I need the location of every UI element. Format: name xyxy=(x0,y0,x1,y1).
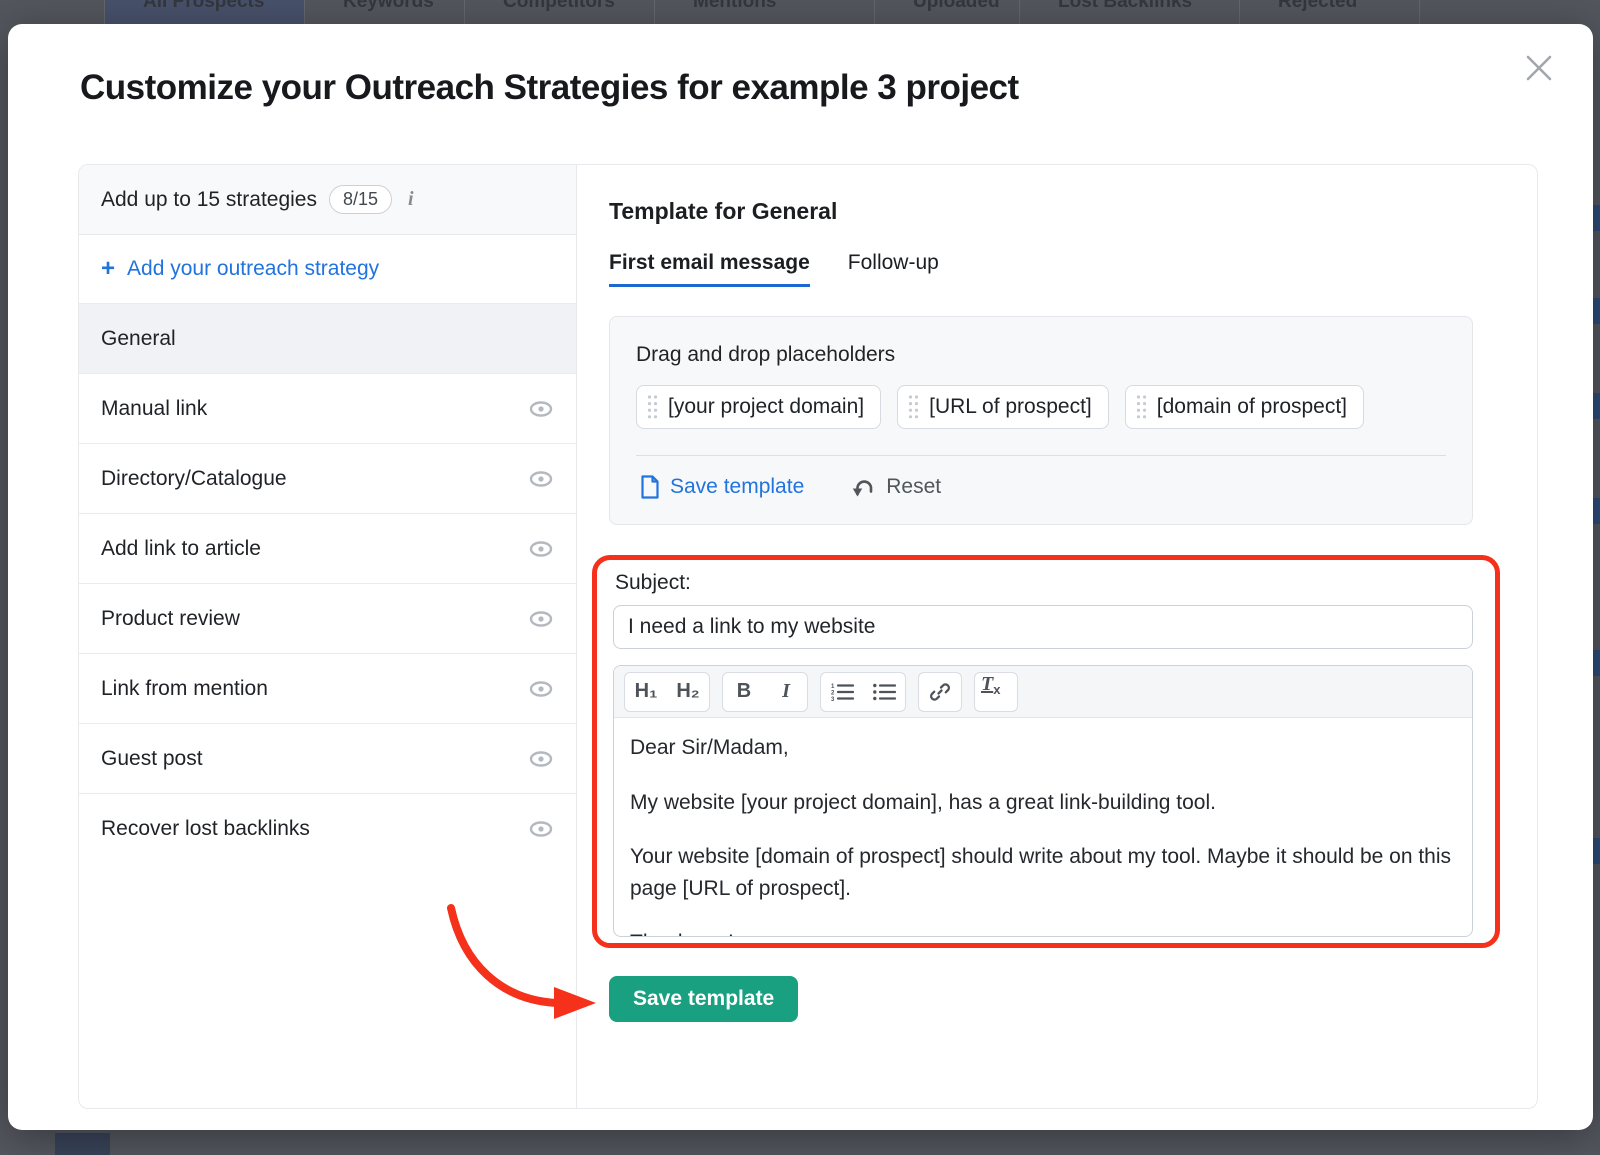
placeholder-chip-url-of-prospect[interactable]: [URL of prospect] xyxy=(897,385,1109,429)
tab-first-email-message[interactable]: First email message xyxy=(609,251,810,287)
sidebar-item-link-from-mention[interactable]: Link from mention xyxy=(79,653,576,723)
sidebar-item-add-link-to-article[interactable]: Add link to article xyxy=(79,513,576,583)
sidebar-item-manual-link[interactable]: Manual link xyxy=(79,373,576,443)
modal-title: Customize your Outreach Strategies for e… xyxy=(8,24,1593,108)
annotation-highlight-box: Subject: H₁ H₂ B I xyxy=(592,555,1500,948)
template-tabs: First email message Follow-up xyxy=(609,251,1537,287)
tab-follow-up[interactable]: Follow-up xyxy=(848,251,939,287)
reset-undo-icon xyxy=(850,475,876,499)
eye-icon[interactable] xyxy=(528,819,554,839)
subject-label: Subject: xyxy=(615,571,1481,595)
placeholders-label: Drag and drop placeholders xyxy=(636,343,1446,367)
editor-toolbar: H₁ H₂ B I 123 xyxy=(614,666,1472,718)
heading2-button[interactable]: H₂ xyxy=(667,673,709,711)
unordered-list-button[interactable] xyxy=(863,673,905,711)
link-icon xyxy=(929,681,951,703)
sidebar-item-general[interactable]: General xyxy=(79,303,576,373)
background-blue-block xyxy=(1593,298,1600,324)
sidebar-item-product-review[interactable]: Product review xyxy=(79,583,576,653)
eye-icon[interactable] xyxy=(528,469,554,489)
reset-link[interactable]: Reset xyxy=(850,475,941,499)
strategy-count-badge: 8/15 xyxy=(329,185,392,214)
drag-handle-icon xyxy=(908,394,919,420)
eye-icon[interactable] xyxy=(528,399,554,419)
strategies-panel: Add up to 15 strategies 8/15 i + Add you… xyxy=(78,164,1538,1109)
email-body-text[interactable]: Dear Sir/Madam, My website [your project… xyxy=(614,718,1472,936)
background-tab: All Prospects xyxy=(105,0,305,24)
clear-format-button-group: Tx xyxy=(974,672,1018,712)
background-tab: Lost Backlinks xyxy=(1020,0,1240,24)
link-button-group xyxy=(918,672,962,712)
email-paragraph: Your website [domain of prospect] should… xyxy=(630,841,1456,904)
background-tab: Keywords xyxy=(305,0,465,24)
background-blue-block xyxy=(1593,498,1600,524)
svg-text:2: 2 xyxy=(831,690,835,696)
sidebar-item-recover-lost-backlinks[interactable]: Recover lost backlinks xyxy=(79,793,576,863)
background-blue-block xyxy=(1593,205,1600,231)
italic-button[interactable]: I xyxy=(765,673,807,711)
sidebar-header: Add up to 15 strategies 8/15 i xyxy=(79,165,576,235)
background-tab: Mentions xyxy=(655,0,875,24)
background-right-strip xyxy=(1593,0,1600,1155)
email-body-editor[interactable]: H₁ H₂ B I 123 xyxy=(613,665,1473,937)
placeholders-box: Drag and drop placeholders [your project… xyxy=(609,316,1473,525)
background-tab: Rejected xyxy=(1240,0,1420,24)
ordered-list-button[interactable]: 123 xyxy=(821,673,863,711)
sidebar-item-guest-post[interactable]: Guest post xyxy=(79,723,576,793)
close-icon xyxy=(1524,53,1554,83)
background-tab-lead xyxy=(0,0,105,24)
background-blue-block xyxy=(1593,393,1600,419)
unordered-list-icon xyxy=(872,682,896,702)
sidebar-header-label: Add up to 15 strategies xyxy=(101,188,317,212)
eye-icon[interactable] xyxy=(528,679,554,699)
placeholder-chip-domain-of-prospect[interactable]: [domain of prospect] xyxy=(1125,385,1364,429)
format-buttons-group: B I xyxy=(722,672,808,712)
add-outreach-strategy-label: Add your outreach strategy xyxy=(127,257,379,281)
subject-input[interactable] xyxy=(613,605,1473,649)
add-outreach-strategy-button[interactable]: + Add your outreach strategy xyxy=(79,235,576,303)
drag-handle-icon xyxy=(1136,394,1147,420)
clear-formatting-button[interactable]: Tx xyxy=(975,673,1017,711)
background-tab-bar: All Prospects Keywords Competitors Menti… xyxy=(0,0,1600,24)
strategies-sidebar: Add up to 15 strategies 8/15 i + Add you… xyxy=(79,165,577,1108)
template-editor-panel: Template for General First email message… xyxy=(577,165,1537,1108)
email-paragraph: Thank you! xyxy=(630,927,1456,936)
heading-buttons-group: H₁ H₂ xyxy=(624,672,710,712)
document-icon xyxy=(640,475,660,499)
svg-text:3: 3 xyxy=(831,697,835,702)
eye-icon[interactable] xyxy=(528,609,554,629)
eye-icon[interactable] xyxy=(528,539,554,559)
save-template-link[interactable]: Save template xyxy=(640,475,804,499)
svg-text:1: 1 xyxy=(831,684,835,690)
sidebar-item-directory-catalogue[interactable]: Directory/Catalogue xyxy=(79,443,576,513)
background-tab: Competitors xyxy=(465,0,655,24)
placeholder-chips: [your project domain] [URL of prospect] … xyxy=(636,385,1446,429)
email-paragraph: My website [your project domain], has a … xyxy=(630,787,1456,819)
ordered-list-icon: 123 xyxy=(830,682,854,702)
insert-link-button[interactable] xyxy=(919,673,961,711)
info-icon[interactable]: i xyxy=(404,188,418,211)
email-paragraph: Dear Sir/Madam, xyxy=(630,732,1456,764)
background-blue-block xyxy=(1593,838,1600,864)
background-bottom-block xyxy=(55,1133,110,1155)
eye-icon[interactable] xyxy=(528,749,554,769)
placeholders-actions: Save template Reset xyxy=(636,456,1446,524)
placeholder-chip-your-project-domain[interactable]: [your project domain] xyxy=(636,385,881,429)
list-buttons-group: 123 xyxy=(820,672,906,712)
close-button[interactable] xyxy=(1519,48,1559,88)
background-tab: Uploaded xyxy=(875,0,1020,24)
bold-button[interactable]: B xyxy=(723,673,765,711)
save-template-button[interactable]: Save template xyxy=(609,976,798,1022)
heading1-button[interactable]: H₁ xyxy=(625,673,667,711)
outreach-strategies-modal: Customize your Outreach Strategies for e… xyxy=(8,24,1593,1130)
drag-handle-icon xyxy=(647,394,658,420)
template-heading: Template for General xyxy=(609,198,1537,225)
background-blue-block xyxy=(1593,650,1600,676)
plus-icon: + xyxy=(101,257,115,281)
